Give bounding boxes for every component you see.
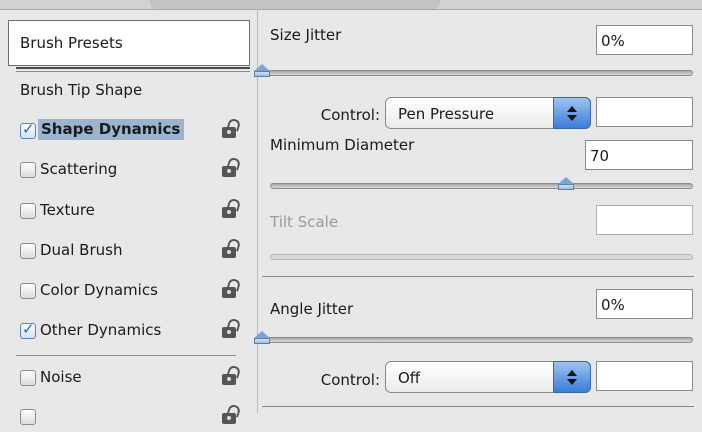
- checkbox[interactable]: ✓: [20, 120, 36, 139]
- control-select[interactable]: Pen Pressure: [385, 97, 591, 129]
- item-label: Texture: [40, 201, 95, 219]
- separator: [16, 71, 250, 72]
- sidebar-item-color-dynamics[interactable]: Color Dynamics: [16, 276, 248, 306]
- control-value-field[interactable]: [596, 361, 693, 391]
- size-jitter-label: Size Jitter: [270, 26, 342, 44]
- brush-tip-shape-item[interactable]: Brush Tip Shape: [20, 81, 142, 99]
- lock-icon[interactable]: [222, 237, 242, 261]
- size-jitter-field[interactable]: 0%: [596, 25, 693, 55]
- minimum-diameter-label: Minimum Diameter: [270, 136, 415, 154]
- separator: [16, 355, 236, 356]
- control-label: Control:: [320, 106, 380, 124]
- checkbox[interactable]: [20, 243, 36, 259]
- lock-icon[interactable]: [222, 317, 242, 341]
- checkbox[interactable]: [20, 203, 36, 219]
- separator: [16, 67, 250, 69]
- minimum-diameter-slider[interactable]: [270, 183, 693, 189]
- select-stepper-icon[interactable]: [553, 361, 591, 393]
- item-label: Color Dynamics: [40, 281, 158, 299]
- top-tab-strip: [0, 0, 702, 10]
- item-label: Dual Brush: [40, 241, 123, 259]
- lock-icon[interactable]: [222, 156, 242, 180]
- control-select[interactable]: Off: [385, 361, 591, 393]
- control-select-value: Pen Pressure: [398, 105, 495, 123]
- sidebar-item-noise[interactable]: Noise: [16, 363, 248, 393]
- angle-jitter-label: Angle Jitter: [270, 300, 354, 318]
- control-select-value: Off: [398, 369, 421, 387]
- angle-jitter-slider[interactable]: [262, 337, 693, 343]
- checkbox[interactable]: [20, 370, 36, 386]
- minimum-diameter-slider-thumb[interactable]: [558, 177, 575, 191]
- sidebar-item-other-dynamics[interactable]: ✓ Other Dynamics: [16, 316, 248, 346]
- item-label: Other Dynamics: [40, 321, 162, 339]
- item-label: Scattering: [40, 160, 118, 178]
- lock-icon[interactable]: [222, 117, 242, 141]
- tab-edge: [150, 0, 440, 9]
- check-icon: ✓: [22, 320, 35, 338]
- checkbox[interactable]: [20, 409, 36, 425]
- sidebar-item-partial[interactable]: [16, 402, 248, 432]
- checkbox[interactable]: [20, 162, 36, 178]
- item-label: Noise: [40, 368, 82, 386]
- tilt-scale-label: Tilt Scale: [270, 213, 339, 231]
- lock-icon[interactable]: [222, 364, 242, 388]
- minimum-diameter-field[interactable]: 70: [585, 140, 693, 170]
- size-jitter-slider-thumb[interactable]: [254, 64, 270, 78]
- size-jitter-slider[interactable]: [262, 70, 693, 76]
- checkbox[interactable]: ✓: [20, 320, 36, 339]
- checkbox[interactable]: [20, 283, 36, 299]
- sidebar-item-scattering[interactable]: Scattering: [16, 155, 248, 185]
- sidebar-item-shape-dynamics[interactable]: ✓ Shape Dynamics: [16, 116, 248, 146]
- control-label: Control:: [320, 371, 380, 389]
- tilt-scale-field[interactable]: [596, 205, 693, 235]
- sidebar-item-dual-brush[interactable]: Dual Brush: [16, 236, 248, 266]
- select-stepper-icon[interactable]: [553, 97, 591, 129]
- tilt-scale-slider[interactable]: [270, 254, 693, 260]
- lock-icon[interactable]: [222, 277, 242, 301]
- item-label: Shape Dynamics: [38, 119, 185, 140]
- lock-icon[interactable]: [222, 403, 242, 427]
- brush-presets-label[interactable]: Brush Presets: [20, 34, 123, 52]
- angle-jitter-field[interactable]: 0%: [596, 289, 693, 319]
- angle-jitter-slider-thumb[interactable]: [254, 331, 270, 345]
- separator: [262, 406, 694, 407]
- check-icon: ✓: [22, 120, 35, 138]
- sidebar-item-texture[interactable]: Texture: [16, 196, 248, 226]
- control-value-field[interactable]: [596, 97, 693, 127]
- lock-icon[interactable]: [222, 197, 242, 221]
- separator: [262, 276, 694, 277]
